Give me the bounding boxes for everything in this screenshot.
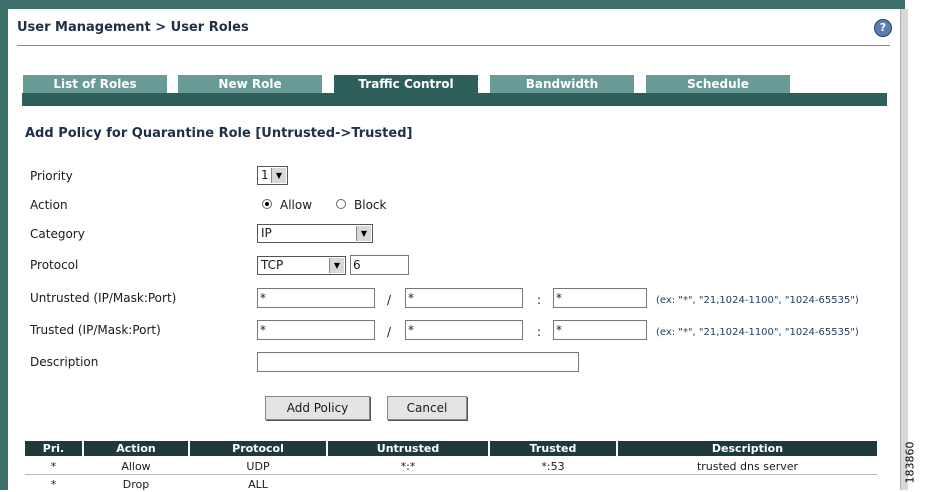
add-policy-button[interactable]: Add Policy — [265, 396, 370, 420]
untrusted-slash: / — [387, 293, 392, 307]
cell-protocol: UDP — [246, 460, 270, 473]
protocol-label: Protocol — [30, 258, 79, 272]
trusted-port-hint: (ex: "*", "21,1024-1100", "1024-65535") — [656, 327, 859, 338]
cell-action: Allow — [121, 460, 151, 473]
trusted-ip-input[interactable]: * — [257, 320, 375, 340]
tab-new-role[interactable]: New Role — [177, 74, 323, 93]
protocol-value: TCP — [261, 258, 284, 272]
column-header-priority: Pri. — [25, 441, 84, 456]
action-label: Action — [30, 198, 68, 212]
trusted-port-input[interactable]: * — [553, 320, 647, 340]
action-block-label: Block — [354, 198, 387, 212]
tab-bandwidth[interactable]: Bandwidth — [489, 74, 635, 93]
chevron-down-icon: ▼ — [356, 226, 371, 241]
priority-value: 1 — [261, 168, 269, 182]
help-icon[interactable]: ? — [874, 19, 892, 37]
column-header-action: Action — [84, 441, 190, 456]
column-header-untrusted: Untrusted — [328, 441, 490, 456]
figure-id-text: 183860 — [903, 441, 917, 484]
action-allow-label: Allow — [280, 198, 313, 212]
cell-priority: * — [50, 460, 57, 473]
trusted-label: Trusted (IP/Mask:Port) — [30, 323, 161, 337]
trusted-mask-input[interactable]: * — [405, 320, 523, 340]
vertical-scrollbar[interactable] — [900, 9, 908, 490]
chevron-down-icon: ▼ — [271, 168, 286, 183]
tab-bar-base — [22, 93, 887, 106]
section-title: Add Policy for Quarantine Role [Untruste… — [25, 126, 413, 141]
untrusted-label: Untrusted (IP/Mask:Port) — [30, 291, 177, 305]
figure-id: 183860 — [903, 440, 923, 486]
untrusted-port-hint: (ex: "*", "21,1024-1100", "1024-65535") — [656, 295, 859, 306]
untrusted-port-input[interactable]: * — [553, 288, 647, 308]
category-select[interactable]: IP ▼ — [257, 224, 373, 243]
chevron-down-icon: ▼ — [329, 258, 344, 273]
column-header-trusted: Trusted — [490, 441, 618, 456]
breadcrumb: User Management > User Roles — [17, 20, 249, 35]
tab-schedule[interactable]: Schedule — [645, 74, 791, 93]
action-block-radio[interactable] — [336, 199, 346, 209]
description-label: Description — [30, 355, 99, 369]
trusted-slash: / — [387, 325, 392, 339]
action-allow-radio[interactable] — [262, 199, 272, 209]
top-border — [0, 0, 905, 9]
cell-description: trusted dns server — [696, 460, 799, 473]
row-divider — [25, 474, 877, 475]
category-value: IP — [261, 226, 272, 240]
description-input[interactable] — [257, 352, 579, 372]
category-label: Category — [30, 227, 85, 241]
left-border — [0, 0, 8, 490]
protocol-number-input[interactable]: 6 — [350, 255, 409, 275]
cancel-button[interactable]: Cancel — [387, 396, 467, 420]
tab-traffic-control[interactable]: Traffic Control — [333, 74, 479, 93]
untrusted-mask-input[interactable]: * — [405, 288, 523, 308]
title-divider — [17, 45, 890, 46]
priority-label: Priority — [30, 169, 73, 183]
untrusted-colon: : — [537, 293, 542, 307]
column-header-protocol: Protocol — [190, 441, 328, 456]
protocol-select[interactable]: TCP ▼ — [257, 256, 346, 275]
tab-list-of-roles[interactable]: List of Roles — [22, 74, 168, 93]
priority-select[interactable]: 1 ▼ — [257, 166, 288, 185]
column-header-description: Description — [618, 441, 877, 456]
trusted-colon: : — [537, 325, 542, 339]
cell-untrusted: *:* — [400, 460, 416, 473]
cell-trusted: *:53 — [541, 460, 565, 473]
untrusted-ip-input[interactable]: * — [257, 288, 375, 308]
